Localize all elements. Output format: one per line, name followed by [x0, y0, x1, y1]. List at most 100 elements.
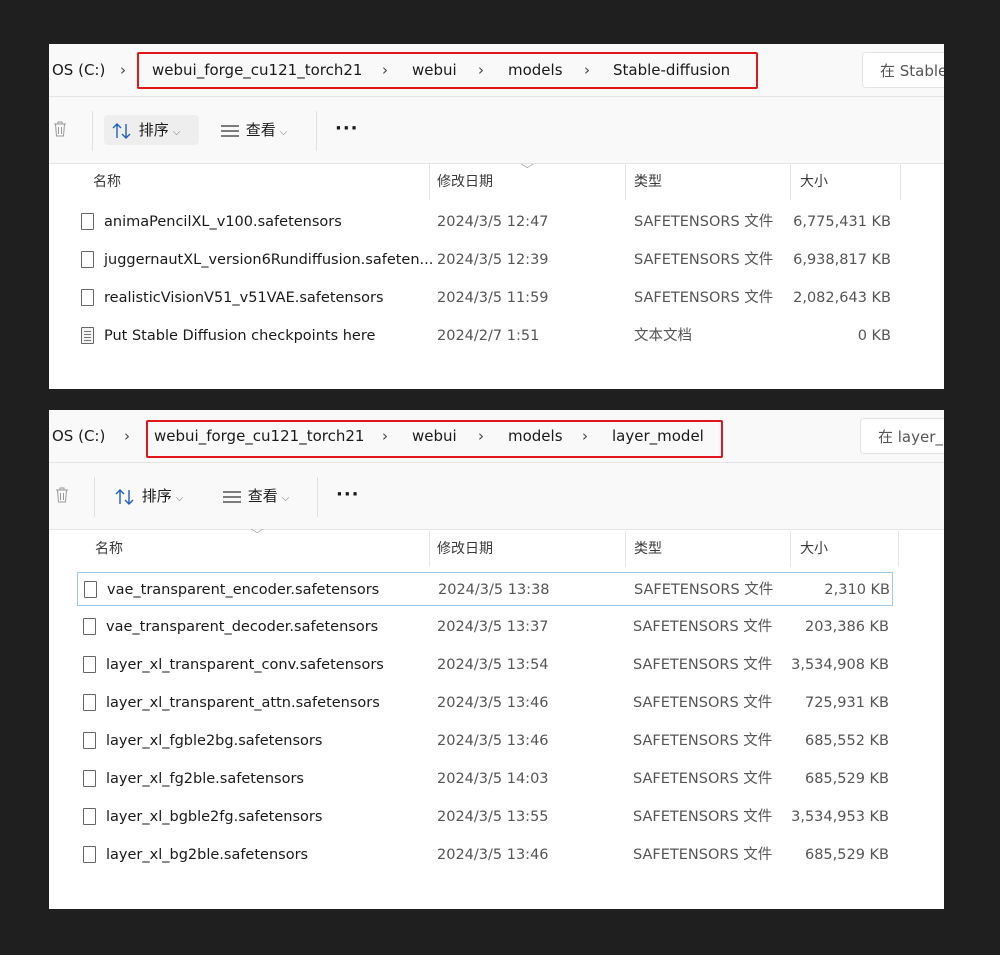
file-size: 6,938,817 KB: [793, 252, 891, 268]
toolbar-divider: [94, 477, 95, 517]
file-name: layer_xl_fg2ble.safetensors: [106, 771, 304, 787]
explorer-window-stable-diffusion: OS (C:) › webui_forge_cu121_torch21 › we…: [49, 44, 944, 389]
sort-button[interactable]: 排序 ⌵: [107, 481, 202, 511]
file-type: SAFETENSORS 文件: [634, 252, 774, 268]
file-icon: [81, 289, 94, 306]
file-row[interactable]: vae_transparent_decoder.safetensors 2024…: [77, 610, 893, 644]
file-size: 685,529 KB: [804, 771, 889, 787]
sort-label: 排序: [138, 121, 169, 139]
list-view-icon: [223, 490, 241, 503]
file-row[interactable]: layer_xl_transparent_attn.safetensors 20…: [77, 686, 893, 720]
sort-caret-icon: ⌵: [250, 523, 264, 536]
view-button[interactable]: 查看 ⌵: [219, 115, 309, 145]
more-options-button[interactable]: ···: [335, 115, 359, 145]
file-date: 2024/3/5 13:46: [437, 847, 549, 863]
toolbar: 排序 ⌵ 查看 ⌵ ···: [49, 97, 944, 164]
highlight-box: [146, 420, 723, 458]
file-name: realisticVisionV51_v51VAE.safetensors: [104, 290, 384, 306]
column-divider: [429, 164, 430, 200]
file-type: SAFETENSORS 文件: [633, 695, 773, 711]
toolbar: 排序 ⌵ 查看 ⌵ ···: [49, 463, 944, 530]
file-name: layer_xl_bgble2fg.safetensors: [106, 809, 323, 825]
file-icon: [81, 251, 94, 268]
address-bar[interactable]: OS (C:) › webui_forge_cu121_torch21 › we…: [49, 410, 944, 463]
file-name: layer_xl_fgble2bg.safetensors: [106, 733, 323, 749]
file-name: juggernautXL_version6Rundiffusion.safete…: [104, 252, 434, 268]
file-size: 3,534,908 KB: [791, 657, 889, 673]
file-row[interactable]: realisticVisionV51_v51VAE.safetensors 20…: [77, 281, 893, 315]
file-size: 2,310 KB: [824, 582, 890, 598]
column-date[interactable]: 修改日期: [437, 531, 493, 567]
column-name[interactable]: 名称: [93, 164, 121, 200]
address-bar[interactable]: OS (C:) › webui_forge_cu121_torch21 › we…: [49, 44, 944, 97]
highlight-box: [137, 52, 758, 89]
column-size[interactable]: 大小: [800, 164, 828, 200]
file-date: 2024/3/5 13:37: [437, 619, 549, 635]
view-button[interactable]: 查看 ⌵: [221, 481, 311, 511]
file-type: 文本文档: [634, 328, 692, 344]
file-row[interactable]: Put Stable Diffusion checkpoints here 20…: [77, 319, 893, 353]
chevron-right-icon: ›: [120, 61, 126, 79]
file-icon: [84, 581, 97, 598]
chevron-right-icon: ›: [124, 427, 130, 445]
more-options-button[interactable]: ···: [336, 481, 360, 511]
file-row[interactable]: layer_xl_transparent_conv.safetensors 20…: [77, 648, 893, 682]
column-header: ⌵ 名称 修改日期 类型 大小: [49, 523, 944, 567]
column-name[interactable]: 名称: [95, 531, 123, 567]
breadcrumb-drive[interactable]: OS (C:): [52, 44, 105, 96]
file-type: SAFETENSORS 文件: [634, 290, 774, 306]
file-icon: [83, 846, 96, 863]
file-row[interactable]: layer_xl_bg2ble.safetensors 2024/3/5 13:…: [77, 838, 893, 872]
column-date[interactable]: 修改日期: [437, 164, 493, 200]
file-row[interactable]: animaPencilXL_v100.safetensors 2024/3/5 …: [77, 205, 893, 239]
view-label: 查看: [247, 487, 278, 505]
trash-icon[interactable]: [55, 487, 69, 503]
file-name: Put Stable Diffusion checkpoints here: [104, 328, 376, 344]
file-type: SAFETENSORS 文件: [633, 809, 773, 825]
file-type: SAFETENSORS 文件: [633, 847, 773, 863]
chevron-down-icon: ⌵: [172, 127, 181, 138]
trash-icon[interactable]: [53, 121, 67, 137]
file-size: 725,931 KB: [804, 695, 889, 711]
file-icon: [83, 694, 96, 711]
breadcrumb-drive[interactable]: OS (C:): [52, 410, 105, 462]
column-divider: [429, 531, 430, 567]
sort-caret-icon: ⌵: [520, 158, 534, 171]
chevron-down-icon: ⌵: [175, 493, 184, 504]
file-name: layer_xl_transparent_attn.safetensors: [106, 695, 380, 711]
file-row[interactable]: juggernautXL_version6Rundiffusion.safete…: [77, 243, 893, 277]
file-size: 2,082,643 KB: [793, 290, 891, 306]
file-name: layer_xl_bg2ble.safetensors: [106, 847, 309, 863]
file-date: 2024/3/5 13:55: [437, 809, 549, 825]
toolbar-divider: [317, 477, 318, 517]
file-date: 2024/3/5 13:46: [437, 695, 549, 711]
chevron-down-icon: ⌵: [279, 127, 288, 138]
file-row-selected[interactable]: vae_transparent_encoder.safetensors 2024…: [77, 572, 893, 606]
column-size[interactable]: 大小: [800, 531, 828, 567]
file-row[interactable]: layer_xl_fgble2bg.safetensors 2024/3/5 1…: [77, 724, 893, 758]
file-size: 685,552 KB: [804, 733, 889, 749]
file-row[interactable]: layer_xl_fg2ble.safetensors 2024/3/5 14:…: [77, 762, 893, 796]
file-type: SAFETENSORS 文件: [634, 214, 774, 230]
sort-button[interactable]: 排序 ⌵: [104, 115, 199, 145]
column-type[interactable]: 类型: [634, 164, 662, 200]
sort-icon: [115, 488, 134, 505]
file-date: 2024/3/5 14:03: [437, 771, 549, 787]
column-divider: [625, 164, 626, 200]
column-divider: [898, 531, 899, 567]
file-type: SAFETENSORS 文件: [633, 771, 773, 787]
file-row[interactable]: layer_xl_bgble2fg.safetensors 2024/3/5 1…: [77, 800, 893, 834]
chevron-down-icon: ⌵: [281, 493, 290, 504]
file-icon: [83, 770, 96, 787]
file-date: 2024/2/7 1:51: [437, 328, 540, 344]
file-type: SAFETENSORS 文件: [633, 619, 773, 635]
file-icon: [83, 808, 96, 825]
file-type: SAFETENSORS 文件: [633, 733, 773, 749]
sort-label: 排序: [141, 487, 172, 505]
column-divider: [790, 164, 791, 200]
search-input[interactable]: 在 layer_: [860, 418, 944, 454]
file-date: 2024/3/5 13:54: [437, 657, 549, 673]
file-date: 2024/3/5 12:39: [437, 252, 549, 268]
column-type[interactable]: 类型: [634, 531, 662, 567]
search-input[interactable]: 在 Stable: [862, 52, 944, 88]
